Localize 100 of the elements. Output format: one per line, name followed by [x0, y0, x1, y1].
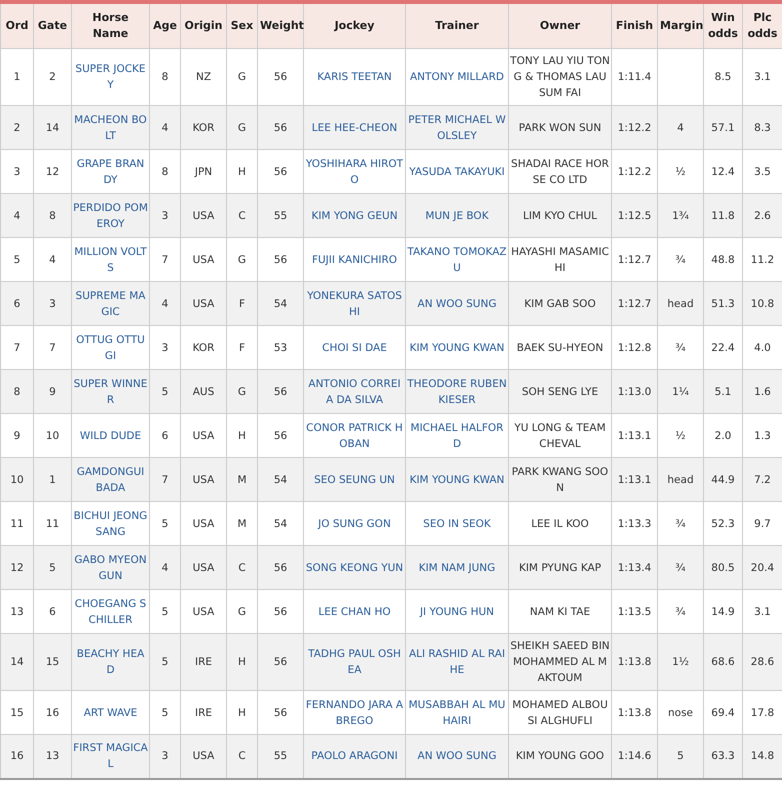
carried-weight: 56	[258, 634, 304, 690]
win-odds: 68.6	[704, 634, 742, 690]
horse-origin: USA	[180, 546, 226, 590]
place-odds: 8.3	[742, 106, 782, 150]
column-header: Trainer	[406, 2, 508, 48]
finish-time: 1:14.6	[612, 734, 658, 778]
column-header: Age	[150, 2, 180, 48]
gate-number: 5	[34, 546, 72, 590]
winning-margin: 1¼	[658, 370, 704, 414]
owner-name: KIM YOUNG GOO	[508, 734, 612, 778]
finishing-position: 14	[0, 634, 34, 690]
column-header: Gate	[34, 2, 72, 48]
finishing-position: 4	[0, 194, 34, 238]
place-odds: 20.4	[742, 546, 782, 590]
horse-age: 4	[150, 282, 180, 326]
win-odds: 5.1	[704, 370, 742, 414]
winning-margin: 1½	[658, 634, 704, 690]
win-odds: 63.3	[704, 734, 742, 778]
horse-sex: F	[226, 282, 258, 326]
horse-origin: IRE	[180, 634, 226, 690]
place-odds: 28.6	[742, 634, 782, 690]
carried-weight: 56	[258, 370, 304, 414]
column-header: Horse Name	[72, 2, 150, 48]
place-odds: 10.8	[742, 282, 782, 326]
win-odds: 51.3	[704, 282, 742, 326]
gate-number: 1	[34, 458, 72, 502]
column-header: Origin	[180, 2, 226, 48]
finishing-position: 12	[0, 546, 34, 590]
winning-margin: 4	[658, 106, 704, 150]
horse-origin: KOR	[180, 106, 226, 150]
finish-time: 1:13.1	[612, 458, 658, 502]
owner-name: SOH SENG LYE	[508, 370, 612, 414]
win-odds: 57.1	[704, 106, 742, 150]
column-header: Ord	[0, 2, 34, 48]
horse-sex: M	[226, 458, 258, 502]
column-header: Owner	[508, 2, 612, 48]
gate-number: 9	[34, 370, 72, 414]
gate-number: 3	[34, 282, 72, 326]
horse-age: 3	[150, 194, 180, 238]
column-header: Margin	[658, 2, 704, 48]
column-header: Sex	[226, 2, 258, 48]
carried-weight: 56	[258, 106, 304, 150]
horse-age: 3	[150, 734, 180, 778]
horse-origin: AUS	[180, 370, 226, 414]
finish-time: 1:13.4	[612, 546, 658, 590]
gate-number: 13	[34, 734, 72, 778]
horse-origin: USA	[180, 458, 226, 502]
carried-weight: 54	[258, 282, 304, 326]
carried-weight: 54	[258, 458, 304, 502]
finishing-position: 10	[0, 458, 34, 502]
winning-margin: 1¾	[658, 194, 704, 238]
column-header: Weight	[258, 2, 304, 48]
finishing-position: 8	[0, 370, 34, 414]
column-header: Plc odds	[742, 2, 782, 48]
gate-number: 8	[34, 194, 72, 238]
owner-name: PARK WON SUN	[508, 106, 612, 150]
owner-name: KIM GAB SOO	[508, 282, 612, 326]
finish-time: 1:13.8	[612, 634, 658, 690]
column-header: Finish	[612, 2, 658, 48]
horse-sex: C	[226, 734, 258, 778]
owner-name: SHEIKH SAEED BIN MOHAMMED AL MAKTOUM	[508, 634, 612, 690]
finish-time: 1:12.7	[612, 282, 658, 326]
column-header: Jockey	[304, 2, 406, 48]
finishing-position: 2	[0, 106, 34, 150]
carried-weight: 55	[258, 734, 304, 778]
finish-time: 1:13.0	[612, 370, 658, 414]
finishing-position: 16	[0, 734, 34, 778]
horse-age: 7	[150, 458, 180, 502]
finish-time: 1:12.2	[612, 106, 658, 150]
horse-sex: C	[226, 546, 258, 590]
gate-number: 14	[34, 106, 72, 150]
win-odds: 80.5	[704, 546, 742, 590]
winning-margin: ¾	[658, 546, 704, 590]
place-odds: 1.6	[742, 370, 782, 414]
carried-weight: 55	[258, 194, 304, 238]
horse-sex: G	[226, 106, 258, 150]
winning-margin: 5	[658, 734, 704, 778]
owner-name: PARK KWANG SOON	[508, 458, 612, 502]
horse-origin: USA	[180, 282, 226, 326]
horse-age: 5	[150, 634, 180, 690]
horse-age: 5	[150, 370, 180, 414]
carried-weight: 56	[258, 546, 304, 590]
owner-name: LIM KYO CHUL	[508, 194, 612, 238]
owner-name: KIM PYUNG KAP	[508, 546, 612, 590]
place-odds: 2.6	[742, 194, 782, 238]
column-header: Win odds	[704, 2, 742, 48]
horse-origin: USA	[180, 194, 226, 238]
horse-sex: C	[226, 194, 258, 238]
finish-time: 1:12.5	[612, 194, 658, 238]
horse-age: 4	[150, 546, 180, 590]
place-odds: 14.8	[742, 734, 782, 778]
winning-margin: head	[658, 282, 704, 326]
finishing-position: 6	[0, 282, 34, 326]
horse-origin: USA	[180, 734, 226, 778]
horse-sex: G	[226, 370, 258, 414]
horse-age: 4	[150, 106, 180, 150]
place-odds: 7.2	[742, 458, 782, 502]
win-odds: 11.8	[704, 194, 742, 238]
gate-number: 15	[34, 634, 72, 690]
win-odds: 44.9	[704, 458, 742, 502]
